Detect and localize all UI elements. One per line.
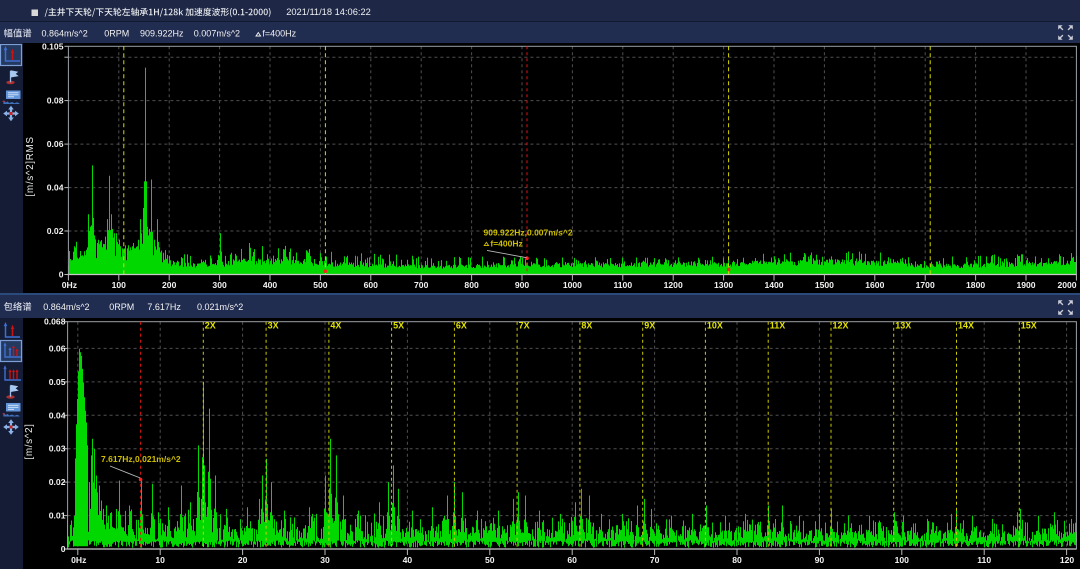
svg-text:1300: 1300 [714, 280, 733, 290]
svg-text:0.02: 0.02 [47, 226, 64, 236]
svg-text:1100: 1100 [613, 280, 632, 290]
svg-text:2X: 2X [205, 321, 216, 331]
svg-text:10: 10 [155, 555, 165, 565]
svg-text:0.04: 0.04 [49, 410, 66, 420]
svg-text:7.617Hz,0.021m/s^2: 7.617Hz,0.021m/s^2 [101, 454, 181, 464]
svg-text:0.021m/s^2: 0.021m/s^2 [197, 302, 243, 312]
svg-text:20: 20 [238, 555, 248, 565]
svg-text:0: 0 [61, 544, 66, 554]
svg-text:100: 100 [895, 555, 910, 565]
svg-text:1800: 1800 [966, 280, 985, 290]
svg-text:800: 800 [464, 280, 479, 290]
svg-text:0.03: 0.03 [49, 444, 66, 454]
svg-text:1200: 1200 [664, 280, 683, 290]
svg-text:[m/s^2]RMS: [m/s^2]RMS [25, 136, 36, 196]
svg-text:120: 120 [1060, 555, 1075, 565]
svg-text:0Hz: 0Hz [71, 555, 86, 565]
svg-text:100: 100 [112, 280, 127, 290]
svg-text:f=400Hz: f=400Hz [262, 29, 296, 39]
svg-text:7X: 7X [519, 321, 530, 331]
svg-text:0RPM: 0RPM [109, 302, 134, 312]
svg-text:7.617Hz: 7.617Hz [147, 302, 181, 312]
svg-text:0.06: 0.06 [47, 139, 64, 149]
svg-text:110: 110 [977, 555, 991, 565]
svg-text:80: 80 [732, 555, 742, 565]
svg-text:12X: 12X [833, 321, 849, 331]
svg-text:0.04: 0.04 [47, 183, 64, 193]
svg-text:11X: 11X [770, 321, 786, 331]
svg-text:700: 700 [414, 280, 429, 290]
svg-text:500: 500 [313, 280, 328, 290]
svg-text:0.06: 0.06 [49, 343, 66, 353]
svg-text:600: 600 [364, 280, 379, 290]
svg-text:1500: 1500 [815, 280, 834, 290]
svg-text:0RPM: 0RPM [104, 29, 129, 39]
svg-text:6X: 6X [456, 321, 467, 331]
svg-text:30: 30 [320, 555, 330, 565]
svg-text:0.02: 0.02 [49, 477, 66, 487]
svg-text:0.068: 0.068 [44, 317, 66, 327]
svg-text:60: 60 [567, 555, 577, 565]
svg-text:1900: 1900 [1016, 280, 1035, 290]
svg-text:70: 70 [650, 555, 660, 565]
svg-text:909.922Hz,0.007m/s^2: 909.922Hz,0.007m/s^2 [484, 227, 573, 237]
svg-text:0.864m/s^2: 0.864m/s^2 [42, 29, 88, 39]
svg-text:2021/11/18 14:06:22: 2021/11/18 14:06:22 [286, 7, 371, 17]
svg-text:0: 0 [59, 270, 64, 280]
svg-text:2000: 2000 [1057, 280, 1076, 290]
svg-text:0.08: 0.08 [47, 96, 64, 106]
svg-text:0.007m/s^2: 0.007m/s^2 [194, 29, 240, 39]
svg-text:9X: 9X [644, 321, 655, 331]
svg-text:1400: 1400 [764, 280, 783, 290]
svg-text:0Hz: 0Hz [62, 280, 77, 290]
svg-text:300: 300 [212, 280, 227, 290]
svg-text:50: 50 [485, 555, 495, 565]
svg-text:15X: 15X [1021, 321, 1037, 331]
svg-text:4X: 4X [330, 321, 341, 331]
svg-text:8X: 8X [581, 321, 592, 331]
svg-text:909.922Hz: 909.922Hz [140, 29, 184, 39]
svg-text:1000: 1000 [563, 280, 582, 290]
svg-text:400: 400 [263, 280, 278, 290]
svg-text:1700: 1700 [916, 280, 935, 290]
svg-text:200: 200 [162, 280, 177, 290]
svg-text:f=400Hz: f=400Hz [490, 238, 522, 248]
svg-text:900: 900 [515, 280, 530, 290]
svg-text:3X: 3X [268, 321, 279, 331]
svg-text:0.864m/s^2: 0.864m/s^2 [43, 302, 89, 312]
svg-text:90: 90 [815, 555, 825, 565]
svg-text:13X: 13X [895, 321, 911, 331]
svg-text:1600: 1600 [865, 280, 884, 290]
svg-text:40: 40 [403, 555, 413, 565]
svg-text:10X: 10X [707, 321, 723, 331]
svg-text:0.01: 0.01 [49, 511, 66, 521]
svg-text:5X: 5X [393, 321, 404, 331]
svg-text:14X: 14X [958, 321, 974, 331]
svg-text:[m/s^2]: [m/s^2] [24, 423, 35, 459]
svg-text:0.105: 0.105 [42, 41, 64, 51]
svg-text:0.05: 0.05 [49, 377, 66, 387]
